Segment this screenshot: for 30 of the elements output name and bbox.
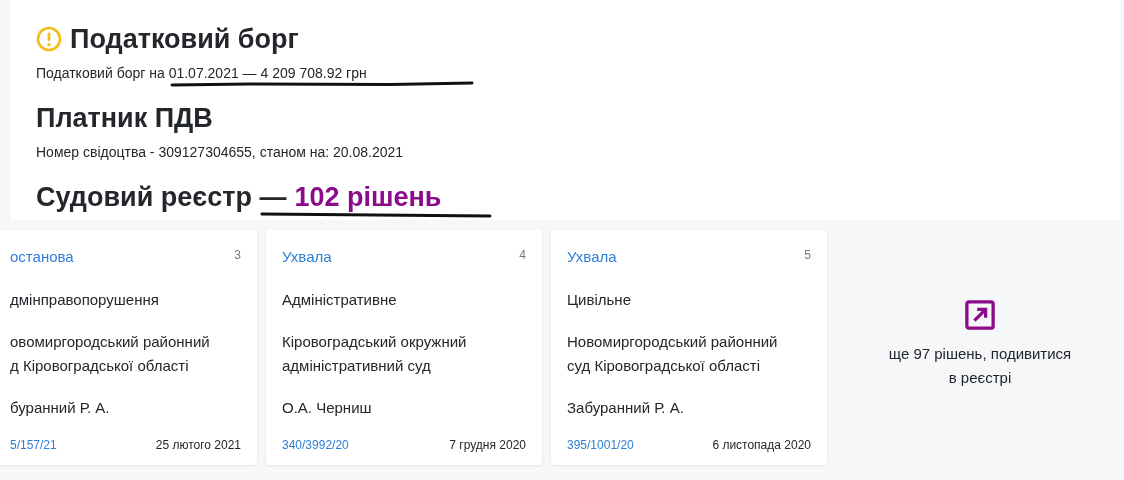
decisions-count-link[interactable]: 102 рішень xyxy=(294,181,442,213)
case-category: дмінправопорушення xyxy=(10,290,160,310)
card-number: 3 xyxy=(234,248,241,262)
case-number-link[interactable]: 340/3992/20 xyxy=(282,438,349,452)
judge-name: Забуранний Р. А. xyxy=(567,398,685,418)
decision-date: 6 листопада 2020 xyxy=(712,438,811,452)
section-text: Номер свідоцтва - 309127304655, станом на: 20.08.2021 xyxy=(36,144,405,160)
decision-type-link[interactable]: Ухвала xyxy=(282,248,332,265)
section-title: Платник ПДВ xyxy=(36,102,213,134)
case-number-link[interactable]: 5/157/21 xyxy=(10,438,57,452)
case-number-link[interactable]: 395/1001/20 xyxy=(567,438,634,452)
card-number: 4 xyxy=(519,248,526,262)
decision-date: 25 лютого 2021 xyxy=(155,438,241,452)
decision-date: 7 грудня 2020 xyxy=(449,438,526,452)
section-title: Судовий реєстр — xyxy=(36,181,287,213)
case-category: Адміністративне xyxy=(282,290,398,310)
card-number: 5 xyxy=(804,248,811,262)
external-link-icon[interactable] xyxy=(965,300,995,330)
section-title: Податковий борг xyxy=(70,23,299,55)
warning-icon xyxy=(36,26,62,52)
case-category: Цивільне xyxy=(567,290,632,310)
judge-name: О.А. Черниш xyxy=(282,398,373,418)
court-name: Кіровоградський окружний адміністративний суд xyxy=(282,332,468,376)
court-name: овомиргородський районний д Кіровоградської області xyxy=(10,332,210,376)
judge-name: буранний Р. А. xyxy=(10,398,111,418)
decision-type-link[interactable]: Ухвала xyxy=(567,248,617,265)
court-name: Новомиргородський районний суд Кіровоградської області xyxy=(567,332,779,376)
decision-type-link[interactable]: останова xyxy=(10,248,74,265)
more-decisions-link[interactable]: ще 97 рішень, подивитися в реєстрі xyxy=(885,342,1075,390)
section-text: Податковий борг на 01.07.2021 — 4 209 708.92 грн xyxy=(36,65,368,81)
